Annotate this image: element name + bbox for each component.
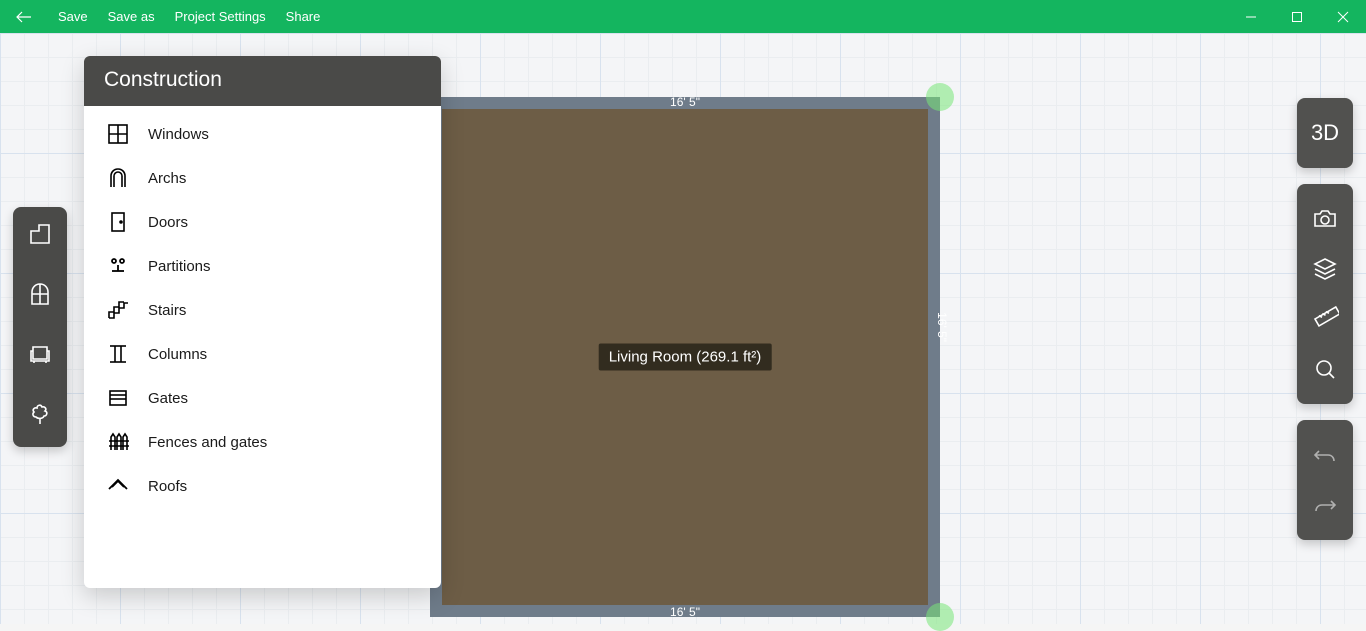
panel-item-archs[interactable]: Archs (84, 156, 441, 200)
panel-item-windows[interactable]: Windows (84, 112, 441, 156)
close-icon (1337, 11, 1349, 23)
dimension-top: 16' 5" (430, 95, 940, 109)
measure-button[interactable] (1297, 294, 1353, 344)
window-minimize-button[interactable] (1228, 0, 1274, 33)
stairs-icon (106, 298, 130, 322)
menu-share[interactable]: Share (276, 0, 331, 33)
tool-construction-button[interactable] (25, 279, 55, 309)
dimension-right: 16' 5" (935, 327, 949, 357)
panel-item-label: Gates (148, 390, 188, 407)
panel-item-label: Windows (148, 126, 209, 143)
panel-item-stairs[interactable]: Stairs (84, 288, 441, 332)
room-shape-icon (27, 221, 53, 247)
snapshot-button[interactable] (1297, 194, 1353, 244)
panel-item-roofs[interactable]: Roofs (84, 464, 441, 508)
panel-item-label: Doors (148, 214, 188, 231)
fence-icon (106, 430, 130, 454)
panel-item-label: Archs (148, 170, 186, 187)
arch-icon (106, 166, 130, 190)
back-arrow-icon (16, 9, 32, 25)
tool-outdoor-button[interactable] (25, 399, 55, 429)
column-icon (106, 342, 130, 366)
ruler-icon (1311, 305, 1339, 333)
panel-item-label: Roofs (148, 478, 187, 495)
tool-room-button[interactable] (25, 219, 55, 249)
door-icon (106, 210, 130, 234)
right-toolbar: 3D (1297, 98, 1353, 540)
maximize-icon (1291, 11, 1303, 23)
panel-item-label: Partitions (148, 258, 211, 275)
room-label[interactable]: Living Room (269.1 ft²) (599, 344, 772, 371)
menu-project-settings[interactable]: Project Settings (165, 0, 276, 33)
redo-icon (1312, 492, 1338, 518)
undo-button[interactable] (1297, 430, 1353, 480)
search-button[interactable] (1297, 344, 1353, 394)
roof-icon (106, 474, 130, 498)
redo-button[interactable] (1297, 480, 1353, 530)
top-menu-bar: Save Save as Project Settings Share (0, 0, 1366, 33)
panel-item-label: Stairs (148, 302, 186, 319)
panel-item-columns[interactable]: Columns (84, 332, 441, 376)
dimension-bottom: 16' 5" (430, 605, 940, 619)
panel-item-partitions[interactable]: Partitions (84, 244, 441, 288)
window-maximize-button[interactable] (1274, 0, 1320, 33)
room-handle-bottom-right[interactable] (926, 603, 954, 631)
windows-icon (106, 122, 130, 146)
panel-item-label: Fences and gates (148, 434, 267, 451)
layers-button[interactable] (1297, 244, 1353, 294)
undo-icon (1312, 442, 1338, 468)
partition-icon (106, 254, 130, 278)
tool-furniture-button[interactable] (25, 339, 55, 369)
minimize-icon (1245, 11, 1257, 23)
menu-save[interactable]: Save (48, 0, 98, 33)
layers-icon (1311, 255, 1339, 283)
sofa-icon (27, 341, 53, 367)
panel-item-gates[interactable]: Gates (84, 376, 441, 420)
camera-icon (1311, 205, 1339, 233)
panel-item-fences[interactable]: Fences and gates (84, 420, 441, 464)
panel-item-doors[interactable]: Doors (84, 200, 441, 244)
panel-header: Construction (84, 56, 441, 106)
search-icon (1311, 355, 1339, 383)
window-close-button[interactable] (1320, 0, 1366, 33)
view-3d-button[interactable]: 3D (1297, 108, 1353, 158)
gate-icon (106, 386, 130, 410)
menu-save-as[interactable]: Save as (98, 0, 165, 33)
left-toolbar (13, 207, 67, 447)
back-button[interactable] (0, 0, 48, 33)
room-living-room[interactable]: 16' 5" 16' 5" 16' 5" Living Room (269.1 … (430, 97, 940, 617)
tree-icon (27, 401, 53, 427)
panel-item-label: Columns (148, 346, 207, 363)
window-icon (27, 281, 53, 307)
construction-panel: Construction Windows Archs Doors Partiti… (84, 56, 441, 588)
room-handle-top-right[interactable] (926, 83, 954, 111)
